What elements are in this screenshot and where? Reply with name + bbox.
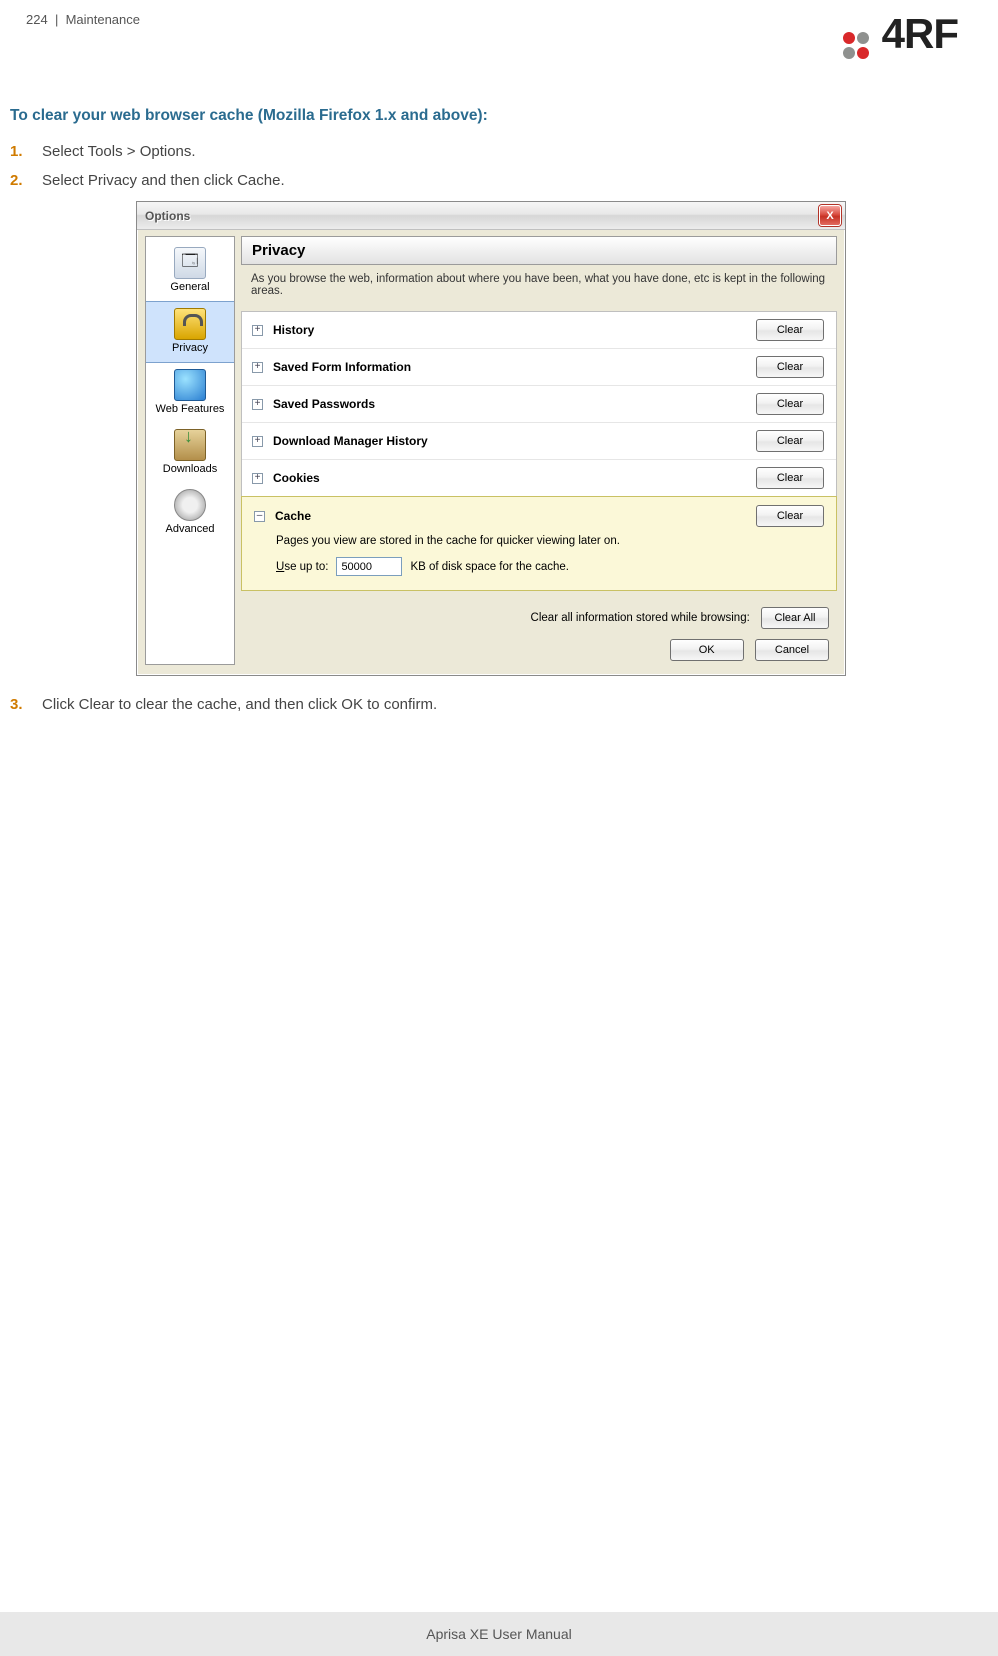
clear-cookies-button[interactable]: Clear	[756, 467, 824, 489]
clear-dmh-button[interactable]: Clear	[756, 430, 824, 452]
ok-button[interactable]: OK	[670, 639, 744, 661]
sidebar-item-privacy[interactable]: Privacy	[146, 301, 234, 363]
step-3-text: Click Clear to clear the cache, and then…	[42, 696, 437, 713]
clear-passwords-button[interactable]: Clear	[756, 393, 824, 415]
section-cache-label: Cache	[275, 509, 311, 523]
sidebar-label-downloads: Downloads	[148, 463, 232, 475]
step-2-text: Select Privacy and then click Cache.	[42, 172, 285, 189]
section-passwords-label: Saved Passwords	[273, 397, 375, 411]
section-forms-label: Saved Form Information	[273, 360, 411, 374]
panel-description: As you browse the web, information about…	[241, 265, 837, 311]
expand-icon[interactable]: +	[252, 399, 263, 410]
cancel-button[interactable]: Cancel	[755, 639, 829, 661]
section-history-label: History	[273, 323, 314, 337]
section-cache: – Cache Clear Pages you view are stored …	[241, 496, 837, 591]
close-icon[interactable]: X	[819, 205, 841, 226]
download-icon	[174, 429, 206, 461]
header-sep: |	[55, 12, 58, 27]
clear-history-button[interactable]: Clear	[756, 319, 824, 341]
step-2-number: 2.	[10, 172, 28, 189]
collapse-icon[interactable]: –	[254, 511, 265, 522]
sidebar-label-advanced: Advanced	[148, 523, 232, 535]
procedure-heading: To clear your web browser cache (Mozilla…	[10, 107, 972, 125]
sidebar-item-downloads[interactable]: Downloads	[146, 423, 234, 483]
section-cookies-label: Cookies	[273, 471, 320, 485]
section-cookies: + Cookies Clear	[242, 460, 836, 497]
step-1-text: Select Tools > Options.	[42, 143, 196, 160]
sidebar-item-advanced[interactable]: Advanced	[146, 483, 234, 543]
dialog-titlebar[interactable]: Options X	[137, 202, 845, 230]
cache-use-label: Use up to:	[276, 561, 328, 573]
gear-icon	[174, 489, 206, 521]
section-saved-forms: + Saved Form Information Clear	[242, 349, 836, 386]
section-history: + History Clear	[242, 312, 836, 349]
step-3-number: 3.	[10, 696, 28, 713]
dialog-sidebar: 🗔 General Privacy Web Features Downloads	[145, 236, 235, 665]
sidebar-label-privacy: Privacy	[148, 342, 232, 354]
privacy-sections: + History Clear + Saved Form Information…	[241, 311, 837, 591]
expand-icon[interactable]: +	[252, 436, 263, 447]
section-download-manager-history: + Download Manager History Clear	[242, 423, 836, 460]
general-icon: 🗔	[174, 247, 206, 279]
clear-all-button[interactable]: Clear All	[761, 607, 829, 629]
clear-all-label: Clear all information stored while brows…	[531, 612, 750, 624]
globe-icon	[174, 369, 206, 401]
sidebar-label-web: Web Features	[148, 403, 232, 415]
panel-title: Privacy	[241, 236, 837, 265]
brand-logo: 4RF	[842, 10, 958, 65]
sidebar-label-general: General	[148, 281, 232, 293]
sidebar-item-web-features[interactable]: Web Features	[146, 363, 234, 423]
logo-text: 4RF	[882, 10, 958, 57]
section-name: Maintenance	[66, 12, 140, 27]
clear-cache-button[interactable]: Clear	[756, 505, 824, 527]
expand-icon[interactable]: +	[252, 473, 263, 484]
expand-icon[interactable]: +	[252, 362, 263, 373]
page-footer: Aprisa XE User Manual	[0, 1612, 998, 1656]
dialog-title: Options	[145, 209, 190, 223]
sidebar-item-general[interactable]: 🗔 General	[146, 241, 234, 301]
options-dialog: Options X 🗔 General Privacy Web Feature	[136, 201, 846, 676]
cache-description: Pages you view are stored in the cache f…	[276, 535, 824, 547]
lock-icon	[174, 308, 206, 340]
step-1-number: 1.	[10, 143, 28, 160]
page-header-left: 224 | Maintenance	[26, 12, 140, 27]
section-saved-passwords: + Saved Passwords Clear	[242, 386, 836, 423]
section-dmh-label: Download Manager History	[273, 434, 428, 448]
cache-unit-label: KB of disk space for the cache.	[410, 561, 569, 573]
clear-forms-button[interactable]: Clear	[756, 356, 824, 378]
cache-size-input[interactable]	[336, 557, 402, 576]
expand-icon[interactable]: +	[252, 325, 263, 336]
page-number: 224	[26, 12, 48, 27]
